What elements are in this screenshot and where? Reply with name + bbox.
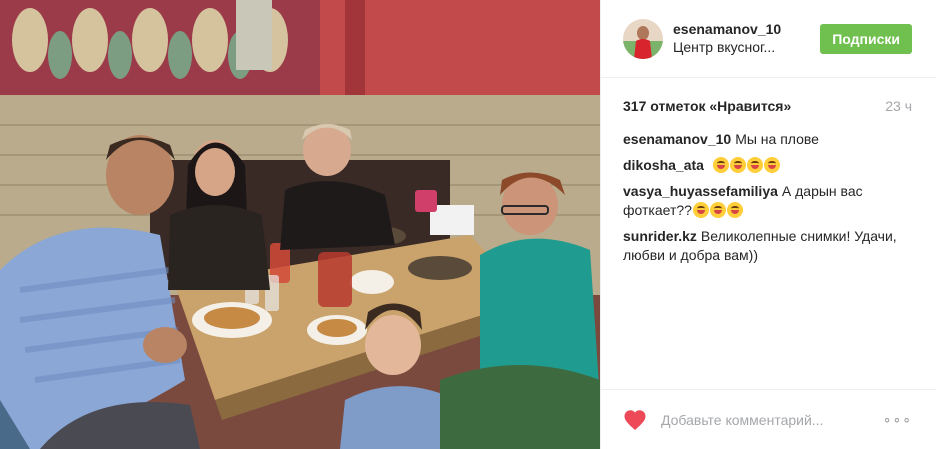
restaurant-family-photo (0, 0, 600, 449)
instagram-post: esenamanov_10 Центр вкусног... Подписки … (0, 0, 936, 449)
face-savoring-food-icon (729, 157, 746, 173)
username[interactable]: esenamanov_10 (673, 21, 820, 38)
comment: sunrider.kz Великолепные снимки! Удачи, л… (623, 227, 912, 265)
comment: vasya_huyassefamiliya А дарын вас фоткает… (623, 182, 912, 220)
heart-icon[interactable] (623, 409, 647, 431)
comments-list: esenamanov_10 Мы на плове dikosha_ata vas… (601, 114, 936, 265)
comment-username[interactable]: dikosha_ata (623, 157, 704, 173)
comment-text: Мы на плове (735, 131, 819, 147)
more-options-icon[interactable]: ∘∘∘ (883, 411, 912, 428)
grinning-sweat-face-icon (726, 202, 743, 218)
comment-input[interactable] (659, 410, 883, 429)
post-photo[interactable] (0, 0, 600, 449)
comment: esenamanov_10 Мы на плове (623, 130, 912, 149)
comment: dikosha_ata (623, 156, 912, 175)
time-ago[interactable]: 23 ч (885, 98, 912, 114)
post-header: esenamanov_10 Центр вкусног... Подписки (601, 0, 936, 78)
grinning-sweat-face-icon (692, 202, 709, 218)
likes-count[interactable]: 317 отметок «Нравится» (623, 98, 791, 114)
face-savoring-food-icon (763, 157, 780, 173)
face-savoring-food-icon (712, 157, 729, 173)
post-sidebar: esenamanov_10 Центр вкусног... Подписки … (600, 0, 936, 449)
post-meta: 317 отметок «Нравится» 23 ч (601, 78, 936, 114)
comment-username[interactable]: sunrider.kz (623, 228, 697, 244)
avatar-image (623, 18, 663, 59)
comment-username[interactable]: vasya_huyassefamiliya (623, 183, 778, 199)
user-info: esenamanov_10 Центр вкусног... (673, 21, 820, 56)
avatar[interactable] (623, 18, 663, 59)
comment-bar: ∘∘∘ (601, 389, 936, 449)
face-savoring-food-icon (746, 157, 763, 173)
grinning-sweat-face-icon (709, 202, 726, 218)
comment-username[interactable]: esenamanov_10 (623, 131, 731, 147)
follow-button[interactable]: Подписки (820, 23, 912, 54)
location[interactable]: Центр вкусног... (673, 38, 793, 56)
